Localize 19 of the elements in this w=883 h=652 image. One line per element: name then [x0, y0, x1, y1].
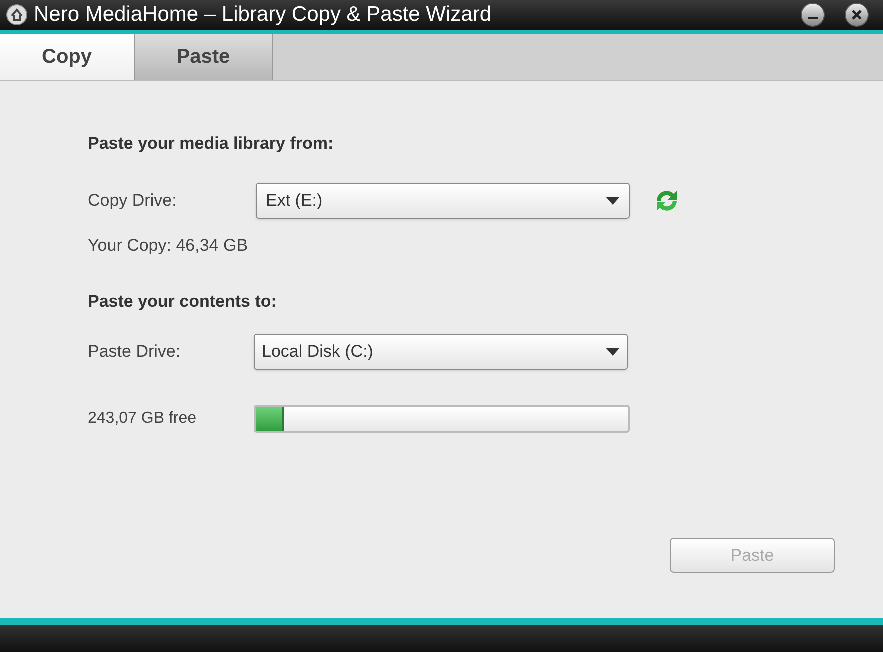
tab[interactable]: Copy [0, 34, 135, 80]
section-heading: Paste your media library from: [88, 133, 335, 153]
window-title: Nero MediaHome – Library Copy & Paste Wizard [34, 2, 492, 28]
app-logo-icon [6, 4, 28, 26]
paste-drive-dropdown[interactable]: Local Disk (C:) [254, 334, 628, 370]
drive-label: Copy Drive: [88, 190, 178, 212]
copy-drive-dropdown[interactable]: Ext (E:) [256, 183, 630, 219]
minimize-icon [808, 17, 818, 19]
caret-icon [606, 197, 620, 205]
close-button[interactable] [845, 3, 869, 27]
tab[interactable]: Paste [135, 34, 273, 80]
copy-size-text: Your Copy: 46,34 GB [88, 235, 250, 255]
minimize-button[interactable] [801, 3, 825, 27]
free-space-text: 243,07 GB free [88, 409, 198, 429]
caret-icon [606, 348, 620, 356]
section-heading: Paste your contents to: [88, 291, 278, 311]
refresh-icon[interactable] [654, 188, 680, 214]
close-icon [851, 9, 863, 21]
drive-label: Paste Drive: [88, 341, 182, 364]
